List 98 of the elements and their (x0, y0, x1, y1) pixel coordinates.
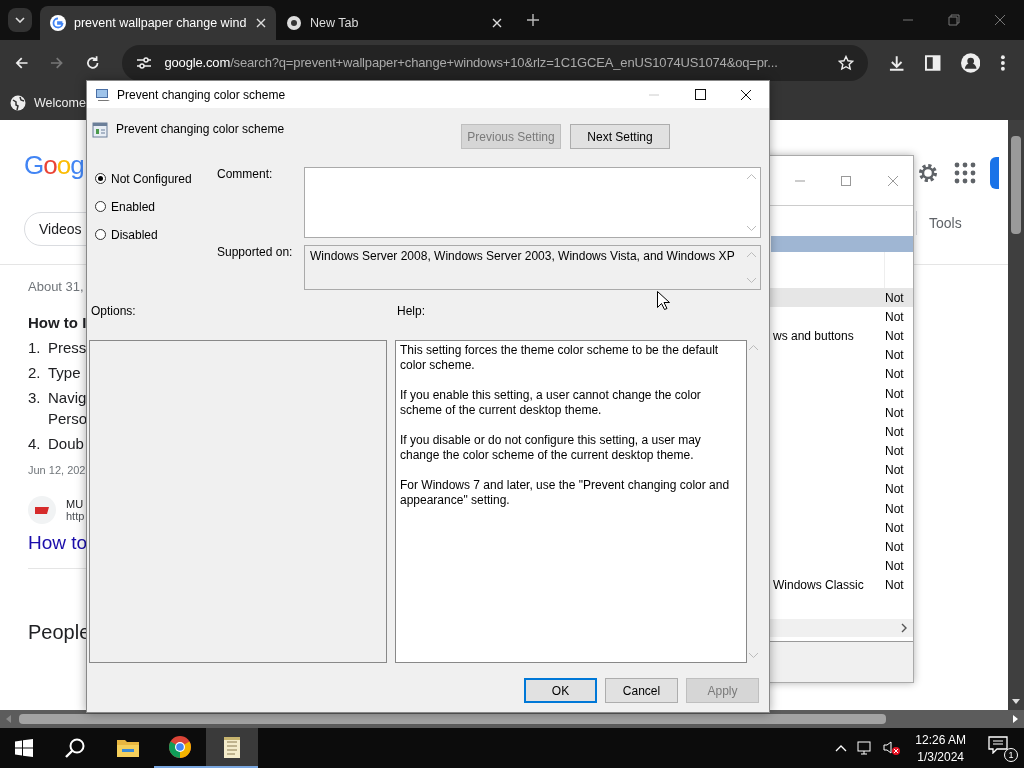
setting-state: Not (885, 520, 904, 535)
result-count: About 31, (28, 279, 84, 294)
setting-state: Not (885, 578, 904, 593)
notepad-icon (222, 735, 242, 759)
setting-state: Not (885, 482, 904, 497)
scroll-right-icon[interactable] (901, 623, 907, 633)
profile-icon[interactable] (960, 52, 981, 73)
setting-state: Not (885, 290, 904, 305)
scrollbar-thumb[interactable] (19, 714, 886, 724)
browser-tab[interactable]: prevent wallpaper change wind (40, 6, 276, 40)
start-icon[interactable] (15, 739, 33, 757)
scroll-right-icon[interactable] (1013, 715, 1018, 723)
reload-icon[interactable] (84, 54, 101, 71)
snippet-date: Jun 12, 202 (28, 464, 86, 476)
setting-state: Not (885, 559, 904, 574)
restore-icon[interactable] (948, 14, 960, 26)
dialog-button[interactable]: OK (524, 678, 597, 703)
step-text: Type (48, 364, 81, 381)
radio-button[interactable] (95, 229, 106, 240)
result-link[interactable]: How to (28, 532, 88, 554)
chevron-up-icon[interactable] (835, 744, 848, 752)
site-info-icon[interactable] (136, 55, 153, 70)
new-tab-icon[interactable] (526, 13, 540, 27)
step-number: 4. (28, 435, 42, 452)
options-label: Options: (91, 304, 137, 318)
scroll-down-icon[interactable] (1012, 699, 1020, 704)
policy-icon (92, 122, 108, 138)
radio-button[interactable] (95, 201, 106, 212)
setting-state: Not (885, 424, 904, 439)
supported-label: Supported on: (217, 245, 294, 261)
setting-name: Windows Classic (773, 578, 864, 593)
volume-muted-icon[interactable] (883, 740, 902, 756)
site-url: http (66, 510, 85, 522)
caret-icon[interactable] (15, 17, 25, 23)
setting-state: Not (885, 309, 904, 324)
step-text: Press (48, 339, 87, 356)
notepad-taskbar-button[interactable] (206, 728, 258, 768)
scrollbar-thumb[interactable] (1011, 136, 1021, 234)
setting-state: Not (885, 328, 904, 343)
network-icon[interactable] (857, 740, 874, 756)
globe-icon (10, 94, 26, 111)
nav-button[interactable]: Next Setting (570, 124, 670, 149)
close-icon[interactable] (740, 88, 752, 101)
sign-in-button[interactable] (990, 157, 999, 189)
chrome-icon (286, 15, 302, 31)
clock[interactable]: 12:26 AM 1/3/2024 (915, 732, 966, 764)
setting-state: Not (885, 463, 904, 478)
setting-state: Not (885, 367, 904, 382)
folder-icon (116, 737, 140, 759)
step-text: Perso (48, 410, 88, 427)
setting-state: Not (885, 386, 904, 401)
step-number: 3. (28, 389, 42, 408)
supported-on-field: Windows Server 2008, Windows Server 2003, Windows Vista, and Windows XP (304, 245, 761, 290)
snippet-title: How to I (28, 314, 87, 331)
tab-search-button[interactable] (8, 8, 32, 32)
computer-icon (95, 87, 111, 102)
radio-option[interactable]: Enabled (95, 198, 217, 215)
google-icon (50, 15, 66, 31)
help-paragraph: If you disable or do not configure this setting, a user may change the color scheme of the current desktop theme. (400, 433, 702, 463)
dialog-button[interactable]: Cancel (605, 678, 678, 703)
side-panel-icon[interactable] (925, 54, 941, 71)
setting-name: ws and buttons (773, 328, 854, 343)
setting-state: Not (885, 540, 904, 555)
setting-state: Not (885, 501, 904, 516)
setting-state: Not (885, 348, 904, 363)
apps-grid-icon[interactable] (954, 162, 976, 184)
download-icon[interactable] (887, 53, 906, 72)
comment-label: Comment: (217, 167, 274, 183)
step-number: 2. (28, 364, 42, 381)
help-paragraph: If you enable this setting, a user cannot change the color scheme of the current desktop theme. (400, 388, 702, 418)
mouse-cursor-icon (657, 291, 670, 310)
help-paragraph: For Windows 7 and later, use the "Prevent changing color and appearance" setting. (400, 478, 731, 508)
menu-icon[interactable] (1000, 53, 1006, 72)
settings-icon[interactable] (916, 161, 940, 185)
tools-link[interactable]: Tools (929, 215, 962, 231)
browser-tab[interactable]: New Tab (276, 6, 512, 40)
radio-option[interactable]: Not Configured (95, 170, 217, 187)
notification-icon[interactable] (988, 736, 1008, 754)
step-number: 1. (28, 339, 42, 356)
maximize-icon[interactable] (694, 89, 706, 100)
step-text: Doub (48, 435, 84, 452)
site-name: MU (66, 498, 85, 510)
address-bar[interactable]: google.com/search?q=prevent+wallpaper+change+windows+10&rlz=1C1GCEA_enUS1074US1074&oq=pr... (122, 44, 868, 81)
help-label: Help: (397, 304, 425, 318)
chrome-icon (168, 735, 192, 759)
notification-badge: 1 (1004, 748, 1018, 762)
search-icon[interactable] (64, 737, 86, 759)
help-paragraph: This setting forces the theme color scheme to be the default color scheme. (400, 343, 720, 373)
vertical-scrollbar[interactable] (1008, 120, 1024, 710)
window-title: Prevent changing color scheme (117, 87, 286, 102)
step-text: Navig (48, 389, 88, 406)
bookmark[interactable]: Welcome (10, 94, 86, 111)
policy-name: Prevent changing color scheme (116, 122, 286, 136)
radio-button[interactable] (95, 173, 106, 184)
star-icon[interactable] (837, 54, 854, 71)
setting-state: Not (885, 444, 904, 459)
setting-state: Not (885, 405, 904, 420)
site-icon (28, 496, 56, 524)
